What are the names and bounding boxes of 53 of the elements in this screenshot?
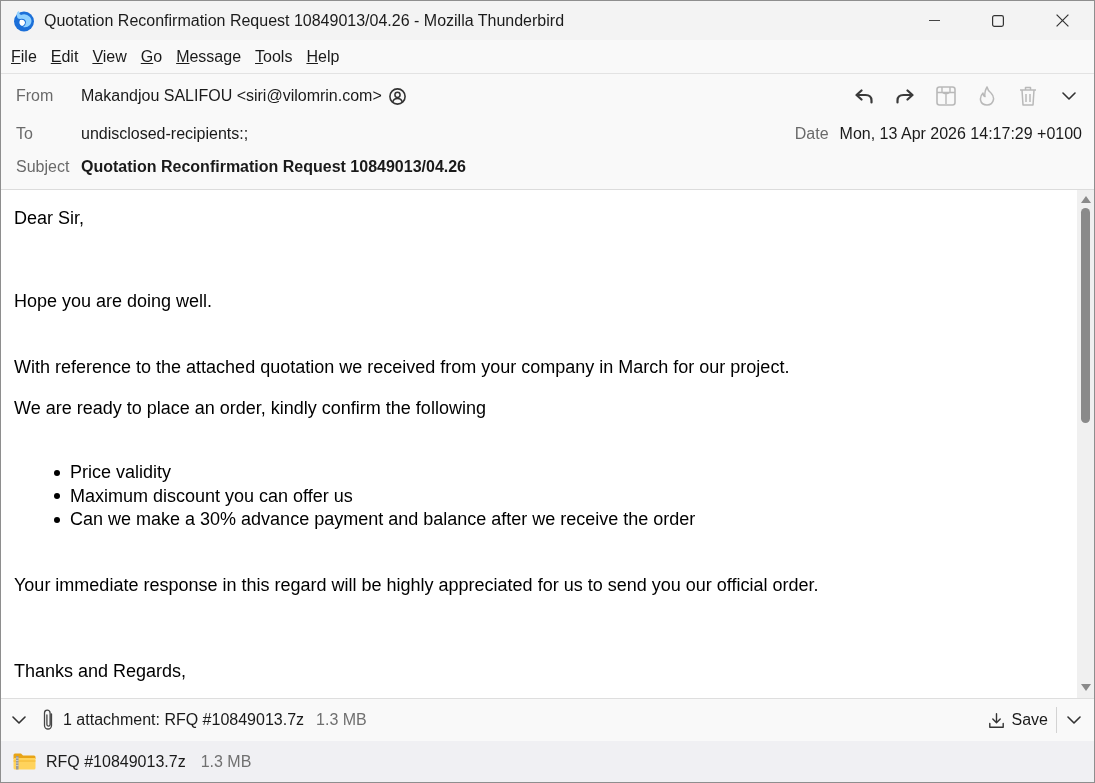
chevron-down-icon [1062, 92, 1076, 100]
menu-item[interactable]: File [4, 42, 44, 71]
subject-value: Quotation Reconfirmation Request 10849013/04.26 [81, 158, 466, 176]
minimize-icon [928, 20, 940, 21]
header-label: Date [794, 125, 829, 143]
menu-item[interactable]: Message [169, 42, 249, 71]
sender-value: Makandjou SALIFOU <siri@vilomrin.com> [81, 87, 382, 105]
paperclip-icon [43, 709, 54, 731]
paragraph: With reference to the attached quotation we received from your company in March for our project. [14, 356, 791, 379]
attachment-summary: 1 attachment: RFQ #10849013.7z [63, 711, 305, 729]
maximize-icon [992, 14, 1004, 27]
save-button[interactable]: Save [982, 705, 1054, 735]
attachment-size: 1.3 MB [200, 752, 252, 771]
list-item: Maximum discount you can offer us [70, 484, 353, 508]
person-icon [388, 87, 406, 105]
menu-item[interactable]: Edit [43, 42, 86, 71]
chevron-down-icon [12, 716, 26, 724]
list-item: Price validity [70, 461, 172, 484]
recipient-value: undisclosed-recipients:; [81, 125, 249, 143]
forward-icon [896, 88, 914, 104]
folder-icon [13, 753, 36, 770]
list-item: Can we make a 30% advance payment and balance after we receive the order [70, 508, 696, 531]
menu-item[interactable]: Help [299, 42, 347, 71]
trash-icon [1019, 86, 1037, 106]
header-label: From [16, 87, 55, 105]
bullet-icon [54, 516, 60, 523]
window-title: Quotation Reconfirmation Request 10849013/04.26 - Mozilla Thunderbird [44, 11, 565, 30]
menu-item[interactable]: Go [133, 42, 170, 71]
paragraph: Dear Sir, [14, 207, 86, 230]
date-value: Mon, 13 Apr 2026 14:17:29 +0100 [839, 125, 1082, 143]
attachment-size: 1.3 MB [316, 711, 367, 729]
box-icon [936, 86, 956, 106]
scrollbar[interactable] [1077, 190, 1094, 698]
chevron-down-icon [1067, 716, 1081, 724]
paragraph: Hope you are doing well. [14, 290, 214, 313]
menu-item[interactable]: View [85, 42, 134, 71]
scroll-up-arrow-icon [1080, 196, 1091, 203]
bullet-icon [54, 469, 60, 476]
paragraph: Thanks and Regards, [14, 659, 188, 683]
header-label: Subject [16, 158, 71, 176]
paragraph: We are ready to place an order, kindly confirm the following [14, 397, 487, 420]
bullet-icon [54, 493, 60, 500]
header-label: To [16, 125, 34, 143]
download-icon [988, 712, 1004, 728]
flame-icon [979, 86, 995, 106]
reply-icon [855, 88, 873, 104]
close-icon [1055, 14, 1069, 27]
paragraph: Your immediate response in this regard will be highly appreciated for us to send you our official order. [14, 573, 820, 597]
scrollbar-thumb[interactable] [1081, 208, 1090, 423]
menu-item[interactable]: Tools [248, 42, 300, 71]
scroll-down-arrow-icon [1080, 684, 1091, 691]
app-logo-icon [13, 9, 35, 32]
attachment-name[interactable]: RFQ #10849013.7z [46, 752, 186, 771]
